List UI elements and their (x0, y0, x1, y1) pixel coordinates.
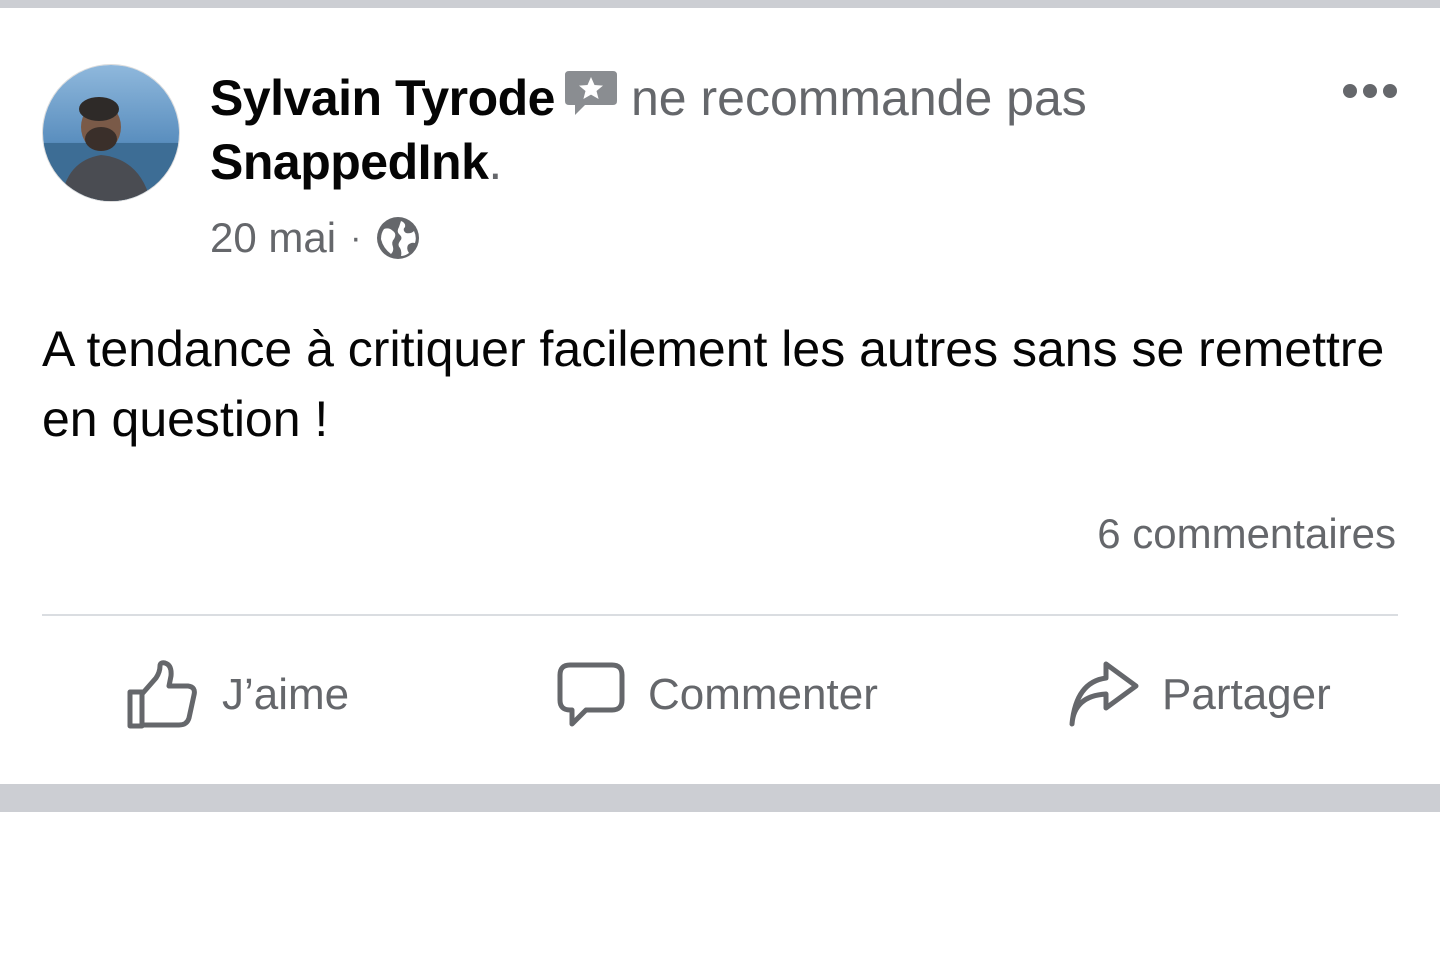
meta-separator: · (350, 218, 362, 257)
share-arrow-icon (1069, 661, 1139, 727)
share-button[interactable]: Partager (1068, 650, 1331, 740)
page-name[interactable]: SnappedInk (210, 134, 489, 190)
like-button[interactable]: J’aime (126, 650, 349, 740)
post-meta: 20 mai · (210, 210, 421, 266)
share-label: Partager (1162, 670, 1331, 719)
thumbs-up-icon (127, 660, 197, 729)
globe-icon (375, 215, 421, 261)
top-separator-bar (0, 0, 1440, 8)
review-star-bubble-icon (563, 67, 619, 119)
avatar[interactable] (42, 64, 180, 202)
divider (42, 614, 1398, 616)
bottom-separator-bar (0, 784, 1440, 812)
post-header: Sylvain Tyrode ne recommande pas Snapped… (210, 66, 1310, 194)
comment-bubble-icon (557, 662, 625, 727)
comment-label: Commenter (648, 670, 878, 719)
comments-count-link[interactable]: 6 commentaires (1097, 510, 1396, 558)
author-name[interactable]: Sylvain Tyrode (210, 70, 555, 126)
like-label: J’aime (222, 670, 350, 719)
more-options-button[interactable] (1336, 74, 1404, 108)
post-body: A tendance à critiquer facilement les au… (42, 321, 1385, 447)
review-verb: ne recommande pas (630, 70, 1087, 126)
page-name-suffix: . (488, 134, 503, 190)
more-dots-icon (1343, 84, 1397, 98)
post-date[interactable]: 20 mai (210, 214, 336, 262)
comment-button[interactable]: Commenter (556, 650, 878, 740)
